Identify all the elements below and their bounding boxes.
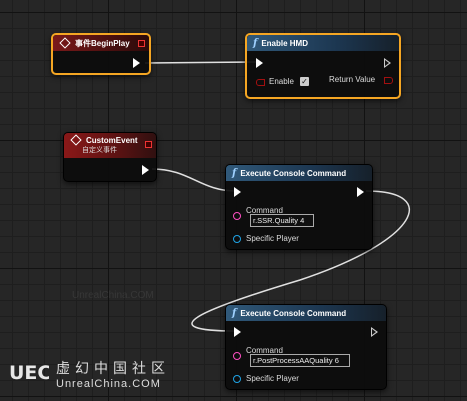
bool-output-pin-icon[interactable] [384,77,393,84]
function-icon: f [232,167,237,179]
exec-out-pin[interactable] [384,58,391,68]
node-subtitle: 自定义事件 [82,147,117,154]
logo-text: UECN [9,362,49,384]
specific-player-label: Specific Player [246,374,299,383]
watermark-url-text: UnrealChina.COM [56,378,161,390]
node-title: Execute Console Command [240,168,347,178]
return-value-label: Return Value [329,75,376,84]
bool-input-pin-icon[interactable] [256,79,265,86]
node-header: f Execute Console Command [226,305,386,321]
node-title: 事件BeginPlay [75,38,130,48]
exec-out-pin[interactable] [371,327,378,337]
string-pin-icon[interactable] [233,212,241,220]
object-pin-icon[interactable] [233,375,241,383]
command-input[interactable]: r.PostProcessAAQuality 6 [250,354,350,367]
uecn-logo: UECN [9,357,67,390]
exec-wire-customevent-to-console1[interactable] [151,168,237,192]
function-icon: f [253,37,258,49]
exec-in-pin[interactable] [256,58,263,68]
node-title: Execute Console Command [240,308,347,318]
node-header: f Execute Console Command [226,165,372,181]
node-title: Enable HMD [261,38,308,48]
command-input[interactable]: r.SSR.Quality 4 [250,214,314,227]
function-icon: f [232,307,237,319]
node-header: f Enable HMD [247,35,399,51]
node-title: CustomEvent [86,136,138,145]
node-execute-console-command-1[interactable]: f Execute Console Command Command r.SSR.… [225,164,373,250]
exec-in-pin[interactable] [234,327,241,337]
specific-player-label: Specific Player [246,234,299,243]
node-enable-hmd[interactable]: f Enable HMD Enable ✓ Return Value [245,33,401,99]
exec-out-pin[interactable] [133,58,140,68]
uecn-logo-icon: UECN [9,362,67,384]
enable-checkbox[interactable]: ✓ [300,77,309,86]
exec-in-pin[interactable] [234,187,241,197]
node-custom-event[interactable]: CustomEvent 自定义事件 [63,132,157,182]
event-icon [59,37,71,49]
node-header: CustomEvent 自定义事件 [64,133,156,158]
node-execute-console-command-2[interactable]: f Execute Console Command Command r.Post… [225,304,387,390]
event-icon [70,134,82,146]
delegate-pin-icon[interactable] [145,141,152,148]
watermark-chinese-text: 虚幻中国社区 [56,360,170,376]
object-pin-icon[interactable] [233,235,241,243]
exec-out-pin[interactable] [357,187,364,197]
node-event-beginplay[interactable]: 事件BeginPlay [51,33,151,75]
node-header: 事件BeginPlay [53,35,149,51]
exec-out-pin[interactable] [142,165,149,175]
watermark-text: UnrealChina.COM [72,290,154,301]
string-pin-icon[interactable] [233,352,241,360]
param-label-enable: Enable [269,77,294,86]
exec-wire-beginplay-to-enablehmd[interactable] [144,61,257,64]
delegate-pin-icon[interactable] [138,40,145,47]
